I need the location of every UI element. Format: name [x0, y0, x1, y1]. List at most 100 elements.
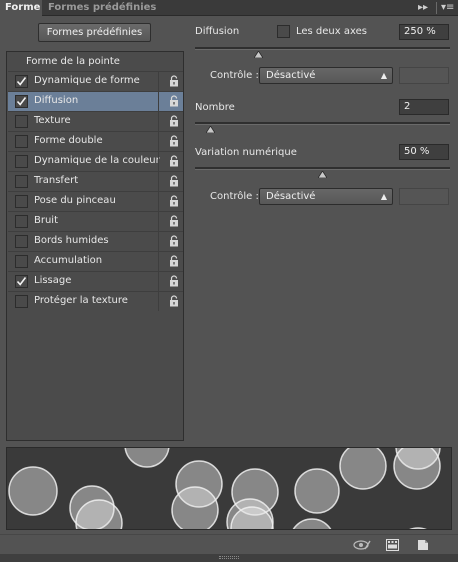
- sidebar-item-label: Diffusion: [34, 95, 79, 106]
- controle-select-2[interactable]: Désactivé ▲: [259, 188, 393, 205]
- lock-icon[interactable]: [169, 235, 179, 247]
- sidebar-item-checkbox[interactable]: [15, 275, 28, 288]
- presets-button[interactable]: Formes prédéfinies: [38, 23, 151, 42]
- sidebar-item-checkbox[interactable]: [15, 255, 28, 268]
- sidebar-item-label: Bruit: [34, 215, 59, 226]
- variation-slider-track[interactable]: [195, 167, 450, 170]
- sidebar-item-1[interactable]: Diffusion: [8, 91, 183, 111]
- nombre-slider-thumb[interactable]: [205, 126, 215, 133]
- sidebar-item-6[interactable]: Pose du pinceau: [8, 191, 183, 211]
- row-divider: [158, 292, 159, 311]
- lock-icon[interactable]: [169, 275, 179, 287]
- brush-options-list: Forme de la pointe Dynamique de forme Dif…: [6, 51, 184, 441]
- row-divider: [158, 212, 159, 231]
- diffusion-label: Diffusion: [195, 26, 240, 37]
- select-arrows-icon: ▲: [380, 71, 387, 80]
- row-divider: [158, 92, 159, 111]
- sidebar-item-2[interactable]: Texture: [8, 111, 183, 131]
- sidebar-item-label: Pose du pinceau: [34, 195, 116, 206]
- diffusion-value-field[interactable]: 250 %: [399, 24, 449, 40]
- sidebar-item-label: Transfert: [34, 175, 79, 186]
- row-divider: [158, 112, 159, 131]
- variation-slider-thumb[interactable]: [318, 171, 327, 178]
- toolbar-divider: [436, 2, 437, 14]
- sidebar-item-label: Accumulation: [34, 255, 103, 266]
- expand-icon[interactable]: ▸▸: [418, 1, 428, 15]
- panel-menu-icon[interactable]: ▾≡: [441, 1, 454, 15]
- sidebar-item-9[interactable]: Accumulation: [8, 251, 183, 271]
- sidebar-item-0[interactable]: Dynamique de forme: [8, 71, 183, 91]
- sidebar-item-checkbox[interactable]: [15, 215, 28, 228]
- controle-label-2: Contrôle :: [210, 191, 259, 202]
- controle-select-1[interactable]: Désactivé ▲: [259, 67, 393, 84]
- sidebar-item-label: Dynamique de forme: [34, 75, 140, 86]
- nombre-value-field[interactable]: 2: [399, 99, 449, 115]
- variation-label: Variation numérique: [195, 147, 297, 158]
- sidebar-item-checkbox[interactable]: [15, 95, 28, 108]
- sidebar-item-checkbox[interactable]: [15, 295, 28, 308]
- row-divider: [158, 132, 159, 151]
- both-axes-checkbox[interactable]: [277, 25, 290, 38]
- diffusion-slider-thumb[interactable]: [254, 51, 264, 58]
- row-divider: [158, 72, 159, 91]
- lock-icon[interactable]: [169, 175, 179, 187]
- sidebar-item-7[interactable]: Bruit: [8, 211, 183, 231]
- grip-handle-icon[interactable]: [219, 556, 239, 559]
- sidebar-item-checkbox[interactable]: [15, 135, 28, 148]
- row-divider: [158, 232, 159, 251]
- preview-circles: [8, 448, 441, 529]
- sidebar-item-checkbox[interactable]: [15, 195, 28, 208]
- row-divider: [158, 252, 159, 271]
- tab-forme[interactable]: Forme: [0, 0, 42, 17]
- lock-icon[interactable]: [169, 195, 179, 207]
- row-divider: [158, 152, 159, 171]
- lock-icon[interactable]: [169, 95, 179, 107]
- new-brush-icon[interactable]: [417, 539, 429, 551]
- row-divider: [158, 192, 159, 211]
- both-axes-label: Les deux axes: [296, 26, 367, 37]
- sidebar-item-checkbox[interactable]: [15, 235, 28, 248]
- brush-stroke-preview: [6, 447, 452, 530]
- row-divider: [158, 172, 159, 191]
- variation-value-field[interactable]: 50 %: [399, 144, 449, 160]
- tab-bar: Forme Formes prédéfinies ▸▸ ▾≡: [0, 0, 458, 17]
- lock-icon[interactable]: [169, 255, 179, 267]
- sidebar-item-checkbox[interactable]: [15, 75, 28, 88]
- controle-select-1-value: Désactivé: [266, 70, 316, 81]
- checkmark-icon: [16, 77, 27, 86]
- sidebar-item-checkbox[interactable]: [15, 175, 28, 188]
- nombre-label: Nombre: [195, 102, 235, 113]
- controle-label-1: Contrôle :: [210, 70, 259, 81]
- lock-icon[interactable]: [169, 295, 179, 307]
- lock-icon[interactable]: [169, 155, 179, 167]
- sidebar-item-3[interactable]: Forme double: [8, 131, 183, 151]
- lock-icon[interactable]: [169, 135, 179, 147]
- toggle-brush-preview-icon[interactable]: [353, 539, 371, 551]
- lock-icon[interactable]: [169, 215, 179, 227]
- sidebar-item-label: Dynamique de la couleur: [34, 155, 160, 166]
- controle-select-2-value: Désactivé: [266, 191, 316, 202]
- controle-2-extra-field: [399, 188, 449, 205]
- checkmark-icon: [16, 97, 27, 106]
- diffusion-slider-track[interactable]: [195, 47, 450, 50]
- lock-icon[interactable]: [169, 75, 179, 87]
- brush-tip-shape-header[interactable]: Forme de la pointe: [26, 56, 120, 67]
- sidebar-item-8[interactable]: Bords humides: [8, 231, 183, 251]
- brush-grid-icon[interactable]: [386, 539, 399, 551]
- nombre-slider-track[interactable]: [195, 122, 450, 125]
- tab-formes-predefinies[interactable]: Formes prédéfinies: [43, 0, 161, 16]
- sidebar-item-10[interactable]: Lissage: [8, 271, 183, 291]
- sidebar-item-11[interactable]: Protéger la texture: [8, 291, 183, 311]
- controle-1-extra-field: [399, 67, 449, 84]
- sidebar-item-checkbox[interactable]: [15, 115, 28, 128]
- sidebar-item-label: Bords humides: [34, 235, 109, 246]
- row-divider: [158, 272, 159, 291]
- sidebar-item-5[interactable]: Transfert: [8, 171, 183, 191]
- sidebar-item-label: Lissage: [34, 275, 72, 286]
- sidebar-item-checkbox[interactable]: [15, 155, 28, 168]
- panel-resize-grip[interactable]: [0, 554, 458, 562]
- sidebar-item-label: Texture: [34, 115, 71, 126]
- sidebar-item-label: Forme double: [34, 135, 103, 146]
- sidebar-item-4[interactable]: Dynamique de la couleur: [8, 151, 183, 171]
- lock-icon[interactable]: [169, 115, 179, 127]
